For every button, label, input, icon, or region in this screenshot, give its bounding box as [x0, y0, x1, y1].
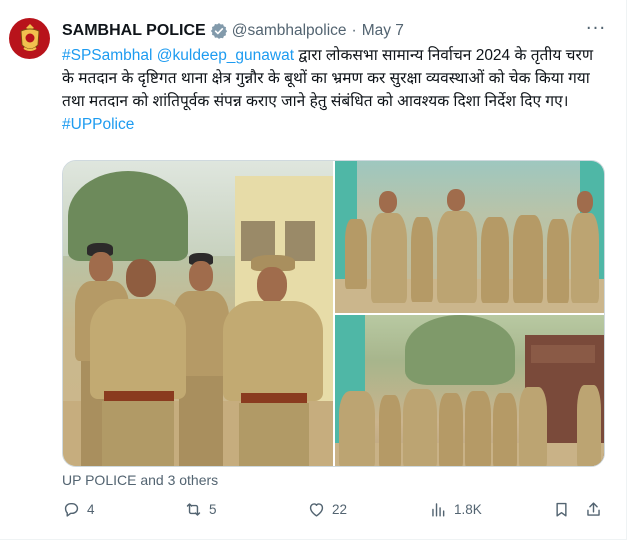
- officer-figure: [223, 255, 323, 466]
- photo-1[interactable]: [63, 161, 333, 466]
- action-bar: 4 5 22 1.8K: [62, 500, 607, 524]
- more-icon[interactable]: ···: [584, 20, 608, 42]
- repost-icon: [186, 503, 201, 516]
- post-text: #SPSambhal @kuldeep_gunawat द्वारा लोकसभ…: [62, 44, 602, 136]
- hashtag-uppolice[interactable]: #UPPolice: [62, 116, 134, 133]
- author-handle[interactable]: @sambhalpolice: [232, 22, 347, 40]
- bookmark-icon: [556, 502, 567, 517]
- photo-2[interactable]: [335, 161, 604, 313]
- like-count: 22: [332, 502, 348, 517]
- views-button[interactable]: 1.8K: [429, 500, 482, 519]
- share-button[interactable]: [584, 500, 609, 519]
- photo-3[interactable]: [335, 315, 604, 466]
- officer-group: [339, 371, 601, 466]
- tweet-card[interactable]: SAMBHAL POLICE @sambhalpolice · May 7 ··…: [0, 0, 627, 540]
- avatar[interactable]: [9, 18, 50, 59]
- separator-dot: ·: [351, 22, 357, 39]
- tweet-header: SAMBHAL POLICE @sambhalpolice · May 7: [62, 22, 404, 40]
- officer-figure: [88, 259, 188, 466]
- social-context[interactable]: UP POLICE and 3 others: [62, 472, 218, 488]
- views-count: 1.8K: [454, 502, 482, 517]
- police-emblem-icon: [19, 23, 40, 51]
- repost-count: 5: [209, 502, 217, 517]
- author-name[interactable]: SAMBHAL POLICE: [62, 22, 206, 40]
- post-tags-link[interactable]: #SPSambhal @kuldeep_gunawat: [62, 47, 294, 64]
- verified-badge-icon[interactable]: [210, 22, 228, 40]
- share-icon: [587, 502, 600, 516]
- reply-count: 4: [87, 502, 95, 517]
- reply-icon: [64, 503, 79, 517]
- repost-button[interactable]: 5: [184, 500, 217, 519]
- views-icon: [432, 503, 445, 517]
- reply-button[interactable]: 4: [62, 500, 95, 519]
- bookmark-button[interactable]: [552, 500, 577, 519]
- officer-group: [345, 189, 600, 313]
- media-grid: [62, 160, 605, 467]
- post-date[interactable]: May 7: [362, 22, 404, 40]
- like-icon: [309, 503, 324, 517]
- like-button[interactable]: 22: [307, 500, 347, 519]
